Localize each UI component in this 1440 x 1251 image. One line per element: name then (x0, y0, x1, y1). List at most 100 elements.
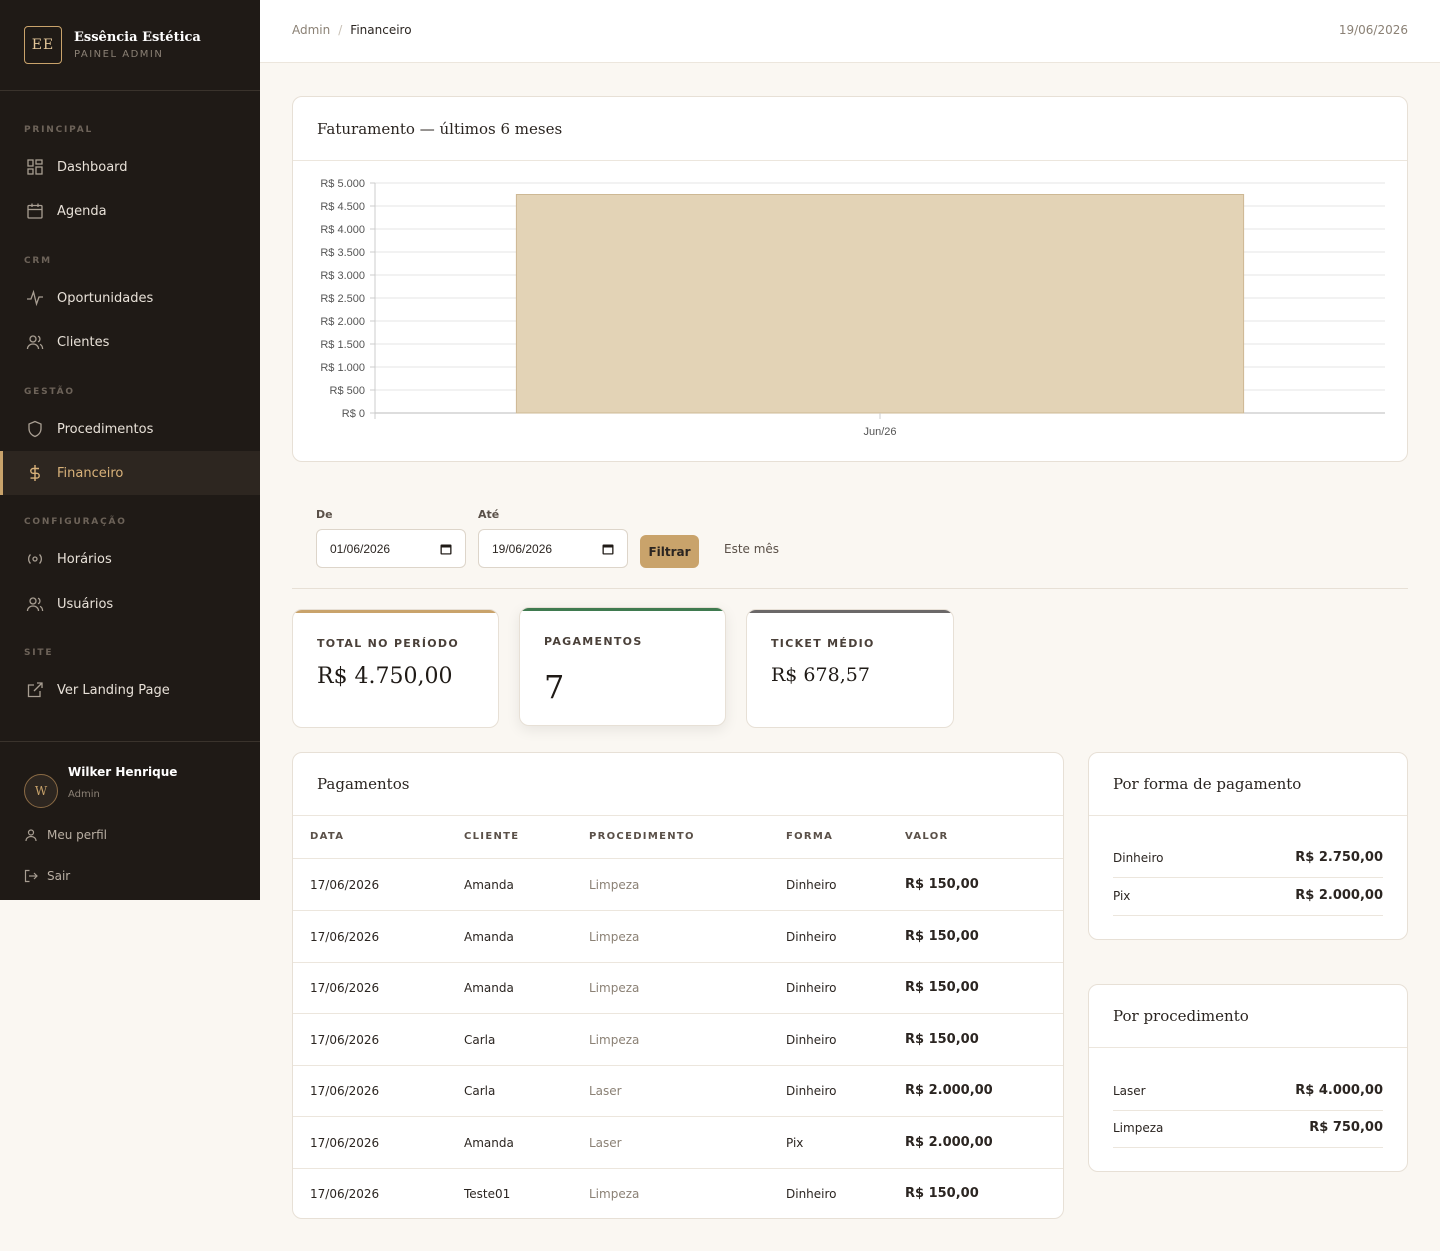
sidebar-item-label: Financeiro (57, 465, 124, 481)
cell-value: R$ 150,00 (905, 928, 979, 944)
from-date-input[interactable]: 01/06/2026 (316, 529, 466, 568)
chart-title: Faturamento — últimos 6 meses (317, 119, 563, 138)
sidebar-item-horarios[interactable]: Horários (0, 537, 260, 581)
section-label-configuracao: CONFIGURAÇÃO (24, 517, 127, 527)
cell-procedure: Limpeza (589, 1187, 640, 1201)
avatar: W (24, 774, 58, 808)
by-procedure-title: Por procedimento (1113, 1007, 1249, 1025)
sidebar-item-usuarios[interactable]: Usuários (0, 582, 260, 626)
brand[interactable]: EE Essência Estética PAINEL ADMIN (0, 0, 260, 91)
sidebar-item-clientes[interactable]: Clientes (0, 320, 260, 364)
user-block: W Wilker Henrique Admin Meu perfil Sair (0, 741, 260, 900)
y-tick-label: R$ 1.000 (320, 362, 365, 374)
y-tick-label: R$ 3.000 (320, 270, 365, 282)
sidebar-item-label: Procedimentos (57, 421, 154, 437)
to-date-input[interactable]: 19/06/2026 (478, 529, 628, 568)
sidebar-item-financeiro[interactable]: Financeiro (0, 451, 260, 495)
brand-logo: EE (24, 26, 62, 64)
cell-date: 17/06/2026 (310, 878, 380, 892)
method-name: Pix (1113, 889, 1131, 903)
users-icon (26, 597, 44, 612)
list-item: Limpeza R$ 750,00 (1113, 1110, 1383, 1148)
column-header-forma: FORMA (786, 831, 834, 842)
cell-method: Dinheiro (786, 1032, 837, 1047)
by-procedure-card: Por procedimento Laser R$ 4.000,00 Limpe… (1088, 984, 1408, 1172)
stat-value: R$ 4.750,00 (317, 664, 453, 689)
user-icon (25, 829, 37, 842)
cell-date: 17/06/2026 (310, 1084, 380, 1098)
column-header-cliente: CLIENTE (464, 831, 520, 842)
payments-card: Pagamentos DATA CLIENTE PROCEDIMENTO FOR… (292, 752, 1064, 1219)
column-header-procedimento: PROCEDIMENTO (589, 831, 695, 842)
logout-icon (24, 869, 38, 883)
calendar-icon[interactable] (602, 543, 614, 555)
stat-total: TOTAL NO PERÍODO R$ 4.750,00 (292, 609, 499, 728)
stat-label: TOTAL NO PERÍODO (317, 637, 460, 650)
sidebar-item-ver-landing-page[interactable]: Ver Landing Page (0, 668, 260, 712)
y-tick-label: R$ 4.500 (320, 201, 365, 213)
sidebar-item-label: Horários (57, 551, 112, 567)
cell-value: R$ 150,00 (905, 1186, 979, 1201)
stat-value: R$ 678,57 (771, 664, 870, 686)
user-role: Admin (68, 789, 100, 800)
cell-value: R$ 150,00 (905, 980, 979, 995)
section-label-gestao: GESTÃO (24, 387, 75, 397)
to-label: Até (478, 508, 500, 521)
y-tick-label: R$ 1.500 (320, 339, 365, 351)
section-label-site: SITE (24, 648, 54, 658)
sidebar-item-agenda[interactable]: Agenda (0, 189, 260, 233)
sidebar-item-oportunidades[interactable]: Oportunidades (0, 276, 260, 320)
stat-value: 7 (544, 668, 565, 706)
y-tick-label: R$ 4.000 (320, 224, 365, 236)
table-row: 17/06/2026 Teste01 Limpeza Dinheiro R$ 150,0… (293, 1169, 1063, 1218)
sidebar-item-label: Usuários (57, 596, 114, 612)
table-row: 17/06/2026 Amanda Limpeza Dinheiro R$ 150,00 (293, 963, 1063, 1014)
cell-date: 17/06/2026 (310, 1032, 380, 1047)
cell-procedure: Laser (589, 1135, 622, 1150)
cell-procedure: Limpeza (589, 981, 640, 995)
table-row: 17/06/2026 Amanda Laser Pix R$ 2.000,00 (293, 1118, 1063, 1169)
cell-client: Amanda (464, 1135, 514, 1150)
sidebar-item-label: Oportunidades (57, 290, 154, 306)
method-name: Dinheiro (1113, 851, 1164, 865)
y-tick-label: R$ 3.500 (320, 247, 365, 259)
cell-method: Dinheiro (786, 929, 837, 944)
profile-link-label: Meu perfil (47, 828, 107, 842)
sidebar-item-dashboard[interactable]: Dashboard (0, 145, 260, 189)
breadcrumb-root[interactable]: Admin (292, 23, 330, 37)
method-value: R$ 2.000,00 (1295, 888, 1383, 903)
chart-bar (515, 194, 1245, 414)
table-row: 17/06/2026 Carla Laser Dinheiro R$ 2.000,00 (293, 1066, 1063, 1117)
revenue-chart: R$ 0 R$ 500 R$ 1.000 R$ 1.500 R$ 2.000 R$ 2.5… (320, 178, 1385, 438)
list-item: Dinheiro R$ 2.750,00 (1113, 840, 1383, 878)
sidebar-item-label: Dashboard (57, 159, 128, 175)
cell-value: R$ 2.000,00 (905, 1083, 993, 1098)
logout-link[interactable]: Sair (24, 869, 70, 883)
sidebar-item-label: Ver Landing Page (57, 682, 170, 698)
sidebar: EE Essência Estética PAINEL ADMIN PRINCI… (0, 0, 260, 900)
to-date-value: 19/06/2026 (492, 541, 553, 556)
cell-date: 17/06/2026 (310, 929, 380, 944)
user-name: Wilker Henrique (68, 765, 178, 779)
payments-title: Pagamentos (317, 775, 410, 793)
breadcrumb-current: Financeiro (350, 23, 412, 37)
stat-accent-bar (293, 610, 498, 613)
profile-link[interactable]: Meu perfil (24, 828, 107, 842)
cell-procedure: Limpeza (589, 1032, 640, 1047)
users-icon (26, 335, 44, 350)
activity-icon (27, 289, 43, 307)
cell-value: R$ 150,00 (905, 877, 979, 892)
by-method-card: Por forma de pagamento Dinheiro R$ 2.750… (1088, 752, 1408, 940)
sidebar-item-procedimentos[interactable]: Procedimentos (0, 407, 260, 451)
logout-link-label: Sair (47, 869, 71, 883)
this-month-button[interactable]: Este mês (724, 542, 779, 556)
divider (292, 588, 1408, 589)
cell-client: Amanda (464, 878, 514, 892)
filter-button[interactable]: Filtrar (640, 535, 699, 568)
list-item: Pix R$ 2.000,00 (1113, 878, 1383, 916)
list-item: Laser R$ 4.000,00 (1113, 1073, 1383, 1111)
from-label: De (316, 508, 333, 521)
stat-ticket: TICKET MÉDIO R$ 678,57 (746, 609, 954, 728)
calendar-icon[interactable] (440, 543, 452, 555)
cell-client: Amanda (464, 981, 514, 995)
